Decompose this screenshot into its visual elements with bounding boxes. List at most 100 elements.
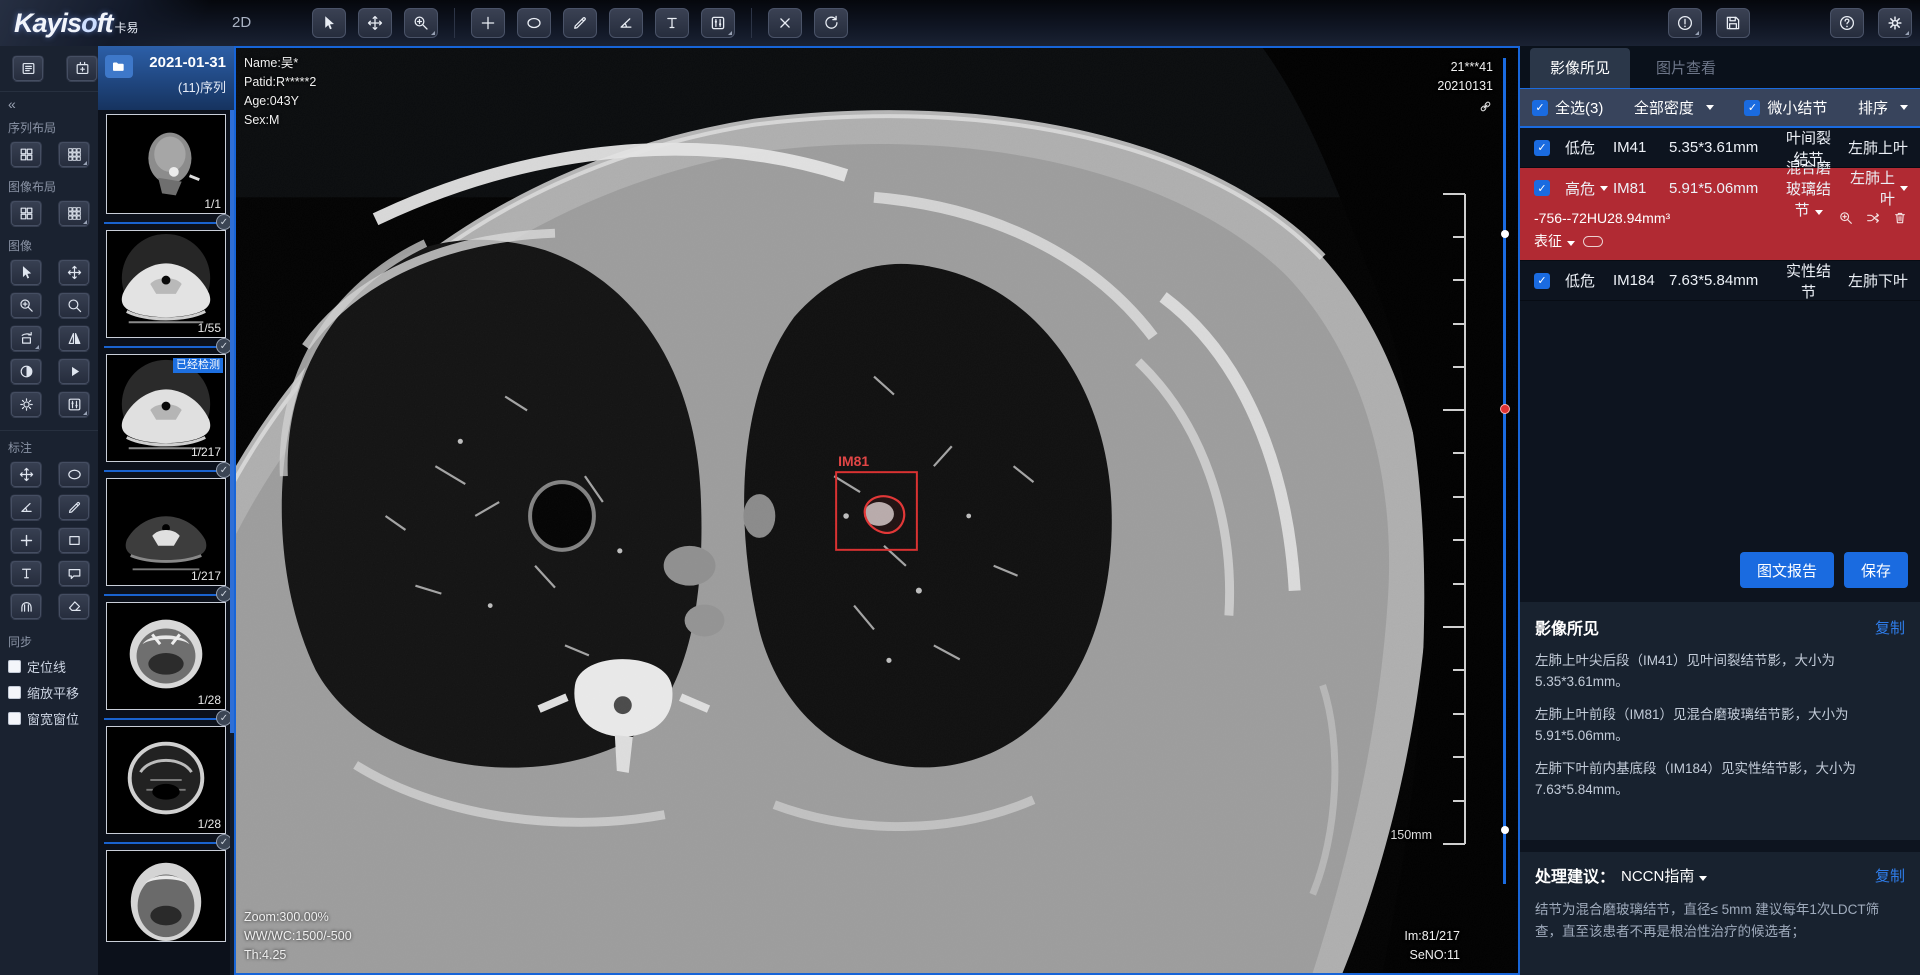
nodule-type-dropdown[interactable]: 混合磨玻璃结节 (1779, 157, 1838, 220)
folder-button[interactable] (105, 55, 133, 78)
image-magnify-button[interactable] (58, 292, 90, 319)
checkbox-checked[interactable]: ✓ (1534, 180, 1550, 196)
checkbox[interactable] (8, 686, 21, 699)
image-layout-3x3-button[interactable] (58, 200, 90, 227)
checkbox-checked[interactable]: ✓ (1532, 100, 1548, 116)
settings-button[interactable] (1878, 8, 1912, 38)
image-cursor-button[interactable] (10, 259, 42, 286)
thumbnail-separator: ✓ (104, 718, 228, 720)
sync-option-zoom-pan[interactable]: 缩放平移 (8, 683, 98, 702)
nodule-id: IM81 (1613, 180, 1669, 197)
image-brightness-button[interactable] (10, 391, 42, 418)
anno-bubble-button[interactable] (58, 560, 90, 587)
image-window-level-button[interactable] (58, 391, 90, 418)
zoom-tool-button[interactable] (404, 8, 438, 38)
crosshair-tool-button[interactable] (471, 8, 505, 38)
pan-icon (366, 14, 384, 32)
series-layout-3x3-button[interactable] (58, 141, 90, 168)
link-icon[interactable] (1437, 99, 1493, 120)
image-play-button[interactable] (58, 358, 90, 385)
tab-image-view[interactable]: 图片查看 (1636, 48, 1736, 88)
ct-axial-image[interactable]: IM81 (236, 48, 1518, 973)
nodule-row-im81-selected[interactable]: ✓ 高危 IM81 5.91*5.06mm 混合磨玻璃结节 左肺上叶 -756-… (1520, 168, 1920, 261)
checkbox-checked[interactable]: ✓ (1534, 140, 1550, 156)
anno-measure-button[interactable] (58, 494, 90, 521)
current-slice-dot[interactable] (1500, 404, 1510, 414)
series-thumbnail-brain-2[interactable] (106, 850, 226, 942)
checkbox-checked[interactable]: ✓ (1534, 273, 1550, 289)
series-thumbnail-mediastinal[interactable]: 1/217 (106, 478, 226, 586)
series-thumbnail-scout[interactable]: 1/1 (106, 114, 226, 214)
cursor-tool-button[interactable] (312, 8, 346, 38)
measure-tool-button[interactable] (563, 8, 597, 38)
copy-findings-link[interactable]: 复制 (1875, 617, 1905, 638)
series-thumbnail-lung-detected[interactable]: 已经检测 1/217 (106, 354, 226, 462)
collapse-sidebar-button[interactable]: « (8, 96, 98, 112)
select-all-control[interactable]: ✓ 全选(3) (1532, 97, 1603, 118)
feature-toggle[interactable] (1583, 236, 1603, 247)
thumbnail-scrollbar[interactable] (230, 110, 234, 975)
sync-option-localizer[interactable]: 定位线 (8, 657, 98, 676)
checkbox[interactable] (8, 712, 21, 725)
nodule-row-im41[interactable]: ✓ 低危 IM41 5.35*3.61mm 叶间裂结节 左肺上叶 (1520, 128, 1920, 168)
nodule-row-im184[interactable]: ✓ 低危 IM184 7.63*5.84mm 实性结节 左肺下叶 (1520, 261, 1920, 301)
nodule-marker-dot[interactable] (1501, 230, 1509, 238)
series-layout-2x2-button[interactable] (10, 141, 42, 168)
anno-text-button[interactable] (10, 560, 42, 587)
panel-note-button[interactable] (66, 55, 98, 82)
delete-annotation-button[interactable] (768, 8, 802, 38)
help-button[interactable] (1830, 8, 1864, 38)
image-rotate-button[interactable] (10, 325, 42, 352)
anno-arch-button[interactable] (10, 593, 42, 620)
toolbar-separator (454, 8, 455, 38)
angle-tool-button[interactable] (609, 8, 643, 38)
trash-icon[interactable] (1892, 210, 1908, 226)
anno-angle-button[interactable] (10, 494, 42, 521)
series-thumbnail-brain[interactable]: 1/28 (106, 602, 226, 710)
text-tool-button[interactable] (655, 8, 689, 38)
feature-dropdown[interactable]: 表征 (1534, 231, 1575, 251)
series-thumbnail-brain-bone[interactable]: 1/28 (106, 726, 226, 834)
checkbox-checked[interactable]: ✓ (1744, 100, 1760, 116)
nodule-location-dropdown[interactable]: 左肺上叶 (1838, 167, 1908, 209)
panel-list-button[interactable] (12, 55, 44, 82)
sort-dropdown[interactable]: 排序 (1858, 97, 1908, 118)
anno-eraser-button[interactable] (58, 593, 90, 620)
magnifier-icon[interactable] (1838, 210, 1854, 226)
checkbox[interactable] (8, 660, 21, 673)
alert-button[interactable] (1668, 8, 1702, 38)
nodule-size: 5.35*3.61mm (1669, 139, 1779, 156)
pan-tool-button[interactable] (358, 8, 392, 38)
tab-findings[interactable]: 影像所见 (1530, 48, 1630, 88)
panel-note-icon (74, 60, 91, 77)
ct-viewport[interactable]: IM81 Name:吴* Patid:R*****2 Age:043Y Sex:… (234, 46, 1520, 975)
slice-scrollbar[interactable] (1503, 58, 1506, 884)
anno-plus-button[interactable] (10, 527, 42, 554)
ellipse-tool-button[interactable] (517, 8, 551, 38)
chevron-down-icon (1706, 105, 1714, 110)
image-zoom-in-button[interactable] (10, 292, 42, 319)
series-thumbnail-lung[interactable]: 1/55 (106, 230, 226, 338)
reset-view-button[interactable] (814, 8, 848, 38)
anno-ellipse-button[interactable] (58, 461, 90, 488)
window-level-tool-button[interactable] (701, 8, 735, 38)
nodule-marker-dot[interactable] (1501, 826, 1509, 834)
sync-option-window[interactable]: 窗宽窗位 (8, 709, 98, 728)
report-button[interactable]: 图文报告 (1740, 552, 1834, 588)
image-flip-button[interactable] (58, 325, 90, 352)
density-filter-dropdown[interactable]: 全部密度 (1634, 97, 1714, 118)
anno-cross-button[interactable] (10, 461, 42, 488)
risk-level-dropdown[interactable]: 高危 (1565, 178, 1613, 199)
study-header[interactable]: 2021-01-31 (11)序列 (98, 46, 234, 110)
save-button[interactable]: 保存 (1844, 552, 1908, 588)
image-layout-2x2-button[interactable] (10, 200, 42, 227)
nodule-hu-volume: -756--72HU28.94mm³ (1534, 210, 1670, 226)
micro-nodule-control[interactable]: ✓ 微小结节 (1744, 97, 1827, 118)
image-pan-button[interactable] (58, 259, 90, 286)
copy-advice-link[interactable]: 复制 (1875, 865, 1905, 886)
save-study-button[interactable] (1716, 8, 1750, 38)
anno-rectangle-button[interactable] (58, 527, 90, 554)
image-invert-button[interactable] (10, 358, 42, 385)
guideline-dropdown[interactable]: NCCN指南 (1621, 865, 1707, 886)
compare-icon[interactable] (1865, 210, 1881, 226)
